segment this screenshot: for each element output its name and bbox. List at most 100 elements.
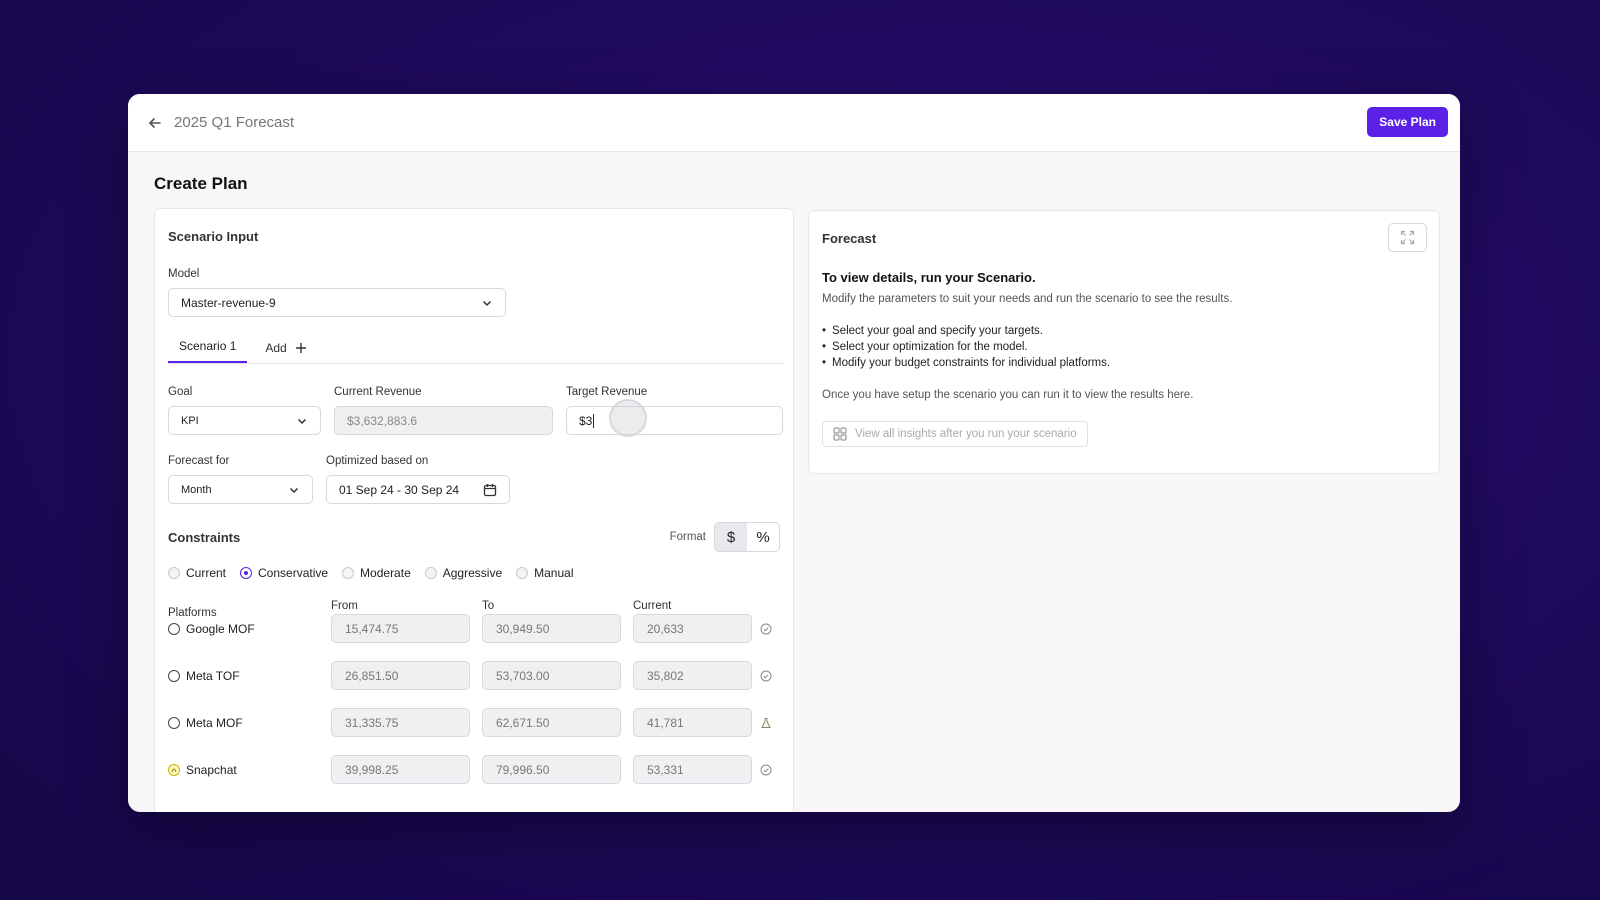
- arrow-left-icon[interactable]: [146, 114, 164, 132]
- forecast-for-select[interactable]: Month: [168, 475, 313, 504]
- from-input[interactable]: 31,335.75: [331, 708, 470, 737]
- calendar-icon: [483, 483, 497, 496]
- to-input[interactable]: 53,703.00: [482, 661, 621, 690]
- list-item: Select your goal and specify your target…: [822, 325, 1426, 337]
- to-input[interactable]: 62,671.50: [482, 708, 621, 737]
- forecast-row: Forecast for Month Optimized based on 01…: [168, 455, 780, 504]
- mouse-cursor: [609, 399, 647, 437]
- bullet-text: Modify your budget constraints for indiv…: [832, 357, 1111, 369]
- current-value: 20,633: [633, 614, 752, 643]
- view-insights-button[interactable]: View all insights after you run your sce…: [822, 421, 1088, 447]
- target-revenue-field: Target Revenue $3: [566, 386, 783, 435]
- forecast-heading: To view details, run your Scenario.: [822, 270, 1036, 285]
- goal-select[interactable]: KPI: [168, 406, 321, 435]
- table-row: Meta MOF 31,335.75 62,671.50 41,781: [168, 699, 780, 746]
- chevron-down-icon: [297, 418, 307, 424]
- option-label: Aggressive: [442, 566, 503, 580]
- model-select-value: Master-revenue-9: [181, 295, 276, 310]
- current-value: 41,781: [633, 708, 752, 737]
- constraints-header: Constraints Format $ %: [168, 522, 780, 552]
- option-manual[interactable]: Manual: [516, 566, 573, 580]
- scenario-input-card: Scenario Input Model Master-revenue-9 Sc…: [154, 208, 794, 812]
- platform-label: Meta TOF: [186, 668, 240, 683]
- chevron-down-icon: [482, 300, 492, 306]
- forecast-for-label: Forecast for: [168, 455, 230, 467]
- view-insights-label: View all insights after you run your sce…: [855, 428, 1077, 440]
- platform-name: Meta MOF: [168, 716, 331, 730]
- model-field: Model Master-revenue-9: [168, 268, 780, 317]
- format-control: Format $ %: [670, 522, 780, 552]
- document-title[interactable]: 2025 Q1 Forecast: [174, 114, 294, 131]
- option-label: Moderate: [360, 566, 411, 580]
- date-range-picker[interactable]: 01 Sep 24 - 30 Sep 24: [326, 475, 510, 504]
- format-percent-button[interactable]: %: [747, 523, 779, 551]
- tab-add[interactable]: Add: [265, 341, 317, 363]
- table-row: Snapchat 39,998.25 79,996.50 53,331: [168, 746, 780, 793]
- table-row: Meta TOF 26,851.50 53,703.00 35,802: [168, 652, 780, 699]
- option-conservative[interactable]: Conservative: [240, 566, 328, 580]
- model-select[interactable]: Master-revenue-9: [168, 288, 506, 317]
- check-circle-icon: [760, 623, 772, 634]
- platform-radio[interactable]: [168, 622, 180, 635]
- forecast-card: Forecast To view details, run your Scena…: [808, 210, 1440, 474]
- platform-name: Google MOF: [168, 622, 331, 636]
- radio: [424, 567, 437, 579]
- constraint-options: Current Conservative Moderate Aggressive…: [168, 566, 780, 580]
- platform-name: Meta TOF: [168, 669, 331, 683]
- forecast-for-field: Forecast for Month: [168, 455, 313, 504]
- platform-label: Snapchat: [186, 762, 237, 777]
- to-input[interactable]: 79,996.50: [482, 755, 621, 784]
- col-platforms: Platforms: [168, 607, 217, 619]
- current-revenue-input: $3,632,883.6: [334, 406, 553, 435]
- radio: [342, 567, 355, 579]
- forecast-for-value: Month: [181, 483, 212, 496]
- bullet-text: Select your optimization for the model.: [832, 341, 1028, 353]
- scenario-input-title: Scenario Input: [168, 229, 259, 244]
- target-revenue-value: $3: [579, 413, 593, 428]
- target-revenue-label: Target Revenue: [566, 386, 648, 398]
- radio-selected: [240, 567, 253, 579]
- optimized-field: Optimized based on 01 Sep 24 - 30 Sep 24: [326, 455, 510, 504]
- from-input[interactable]: 15,474.75: [331, 614, 470, 643]
- from-input[interactable]: 26,851.50: [331, 661, 470, 690]
- format-label: Format: [669, 531, 706, 543]
- app-window: 2025 Q1 Forecast Save Plan Create Plan S…: [128, 94, 1460, 812]
- option-moderate[interactable]: Moderate: [342, 566, 411, 580]
- radio: [168, 567, 180, 579]
- platform-label: Google MOF: [186, 621, 255, 636]
- platform-radio[interactable]: [168, 716, 180, 729]
- save-plan-button[interactable]: Save Plan: [1367, 106, 1448, 137]
- top-bar: 2025 Q1 Forecast Save Plan: [128, 94, 1460, 152]
- radio: [516, 567, 529, 579]
- target-revenue-input[interactable]: $3: [566, 406, 783, 435]
- option-current[interactable]: Current: [168, 566, 226, 580]
- tab-scenario-1-label: Scenario 1: [179, 339, 237, 353]
- optimized-label: Optimized based on: [326, 455, 429, 467]
- format-dollar-button[interactable]: $: [715, 523, 747, 551]
- current-value: 53,331: [633, 755, 752, 784]
- check-circle-icon: [760, 764, 772, 775]
- forecast-note: Once you have setup the scenario you can…: [822, 389, 1194, 401]
- goal-field: Goal KPI: [168, 386, 321, 435]
- option-label: Manual: [534, 566, 574, 580]
- option-aggressive[interactable]: Aggressive: [424, 566, 503, 580]
- expand-button[interactable]: [1388, 223, 1427, 252]
- top-bar-left: 2025 Q1 Forecast: [146, 114, 294, 132]
- expand-icon: [1400, 230, 1415, 245]
- platform-radio[interactable]: [168, 669, 180, 682]
- flask-icon: [761, 717, 771, 728]
- check-circle-icon: [760, 670, 772, 681]
- from-input[interactable]: 39,998.25: [331, 755, 470, 784]
- tab-scenario-1[interactable]: Scenario 1: [168, 339, 248, 363]
- list-item: Modify your budget constraints for indiv…: [822, 357, 1426, 369]
- text-caret: [593, 413, 595, 428]
- option-label: Current: [186, 566, 227, 580]
- option-label: Conservative: [258, 566, 329, 580]
- goal-label: Goal: [168, 386, 193, 398]
- chevron-down-icon: [289, 487, 299, 493]
- model-label: Model: [168, 268, 200, 280]
- to-input[interactable]: 30,949.50: [482, 614, 621, 643]
- columns: Scenario Input Model Master-revenue-9 Sc…: [154, 208, 1440, 812]
- snapchat-icon[interactable]: [168, 763, 180, 776]
- current-revenue-label: Current Revenue: [334, 386, 422, 398]
